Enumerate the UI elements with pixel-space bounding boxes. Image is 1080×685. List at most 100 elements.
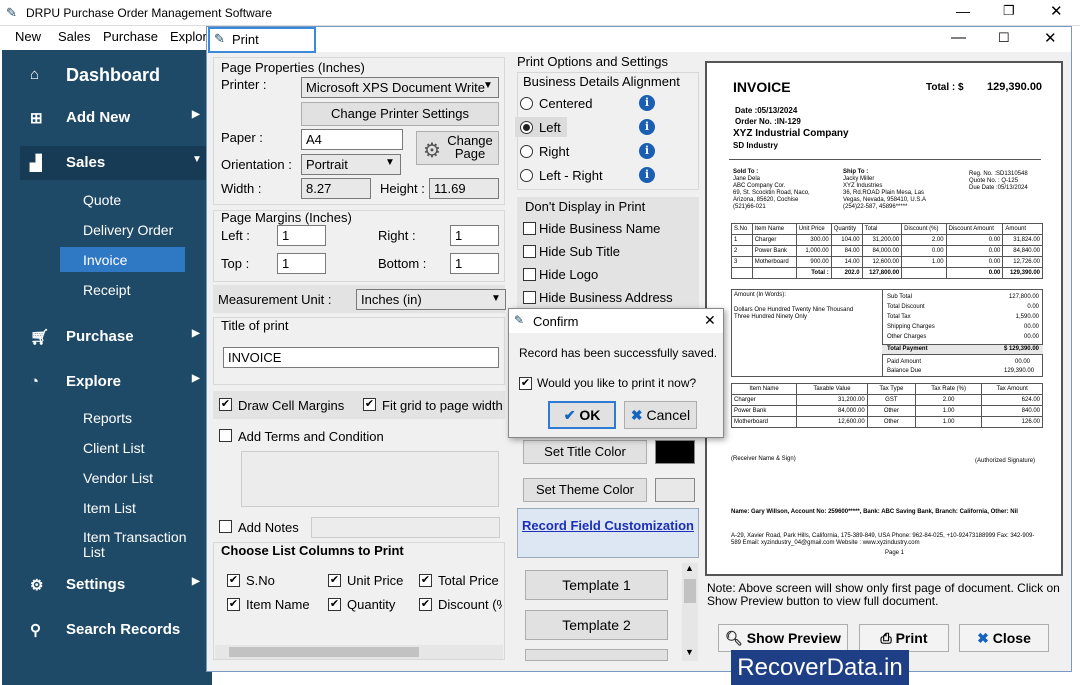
align-right-radio[interactable] — [520, 145, 533, 158]
bottom-margin-input[interactable]: 1 — [450, 253, 499, 274]
nav-vendor-list[interactable]: Vendor List — [83, 470, 153, 486]
hide-sub-title-checkbox[interactable] — [523, 245, 536, 258]
nav-quote[interactable]: Quote — [83, 192, 121, 208]
dialog-close-icon[interactable]: ✕ — [1044, 29, 1057, 47]
paid-amount: 00.00 — [1015, 359, 1031, 365]
chevron-down-icon: ▼ — [385, 157, 395, 168]
left-margin-label: Left : — [221, 228, 250, 243]
nav-item-transaction-list[interactable]: Item Transaction List — [83, 530, 208, 560]
info-icon[interactable]: i — [639, 95, 655, 111]
minimize-icon[interactable]: — — [956, 3, 970, 19]
nav-reports[interactable]: Reports — [83, 410, 132, 426]
align-left-label: Left — [539, 120, 561, 135]
magnifier-doc-icon: 🔍︎ — [725, 630, 743, 646]
printer-label: Printer : — [221, 77, 267, 92]
show-preview-button[interactable]: 🔍︎ Show Preview — [718, 624, 848, 652]
col-quantity-checkbox[interactable]: ✔ — [328, 598, 341, 611]
set-theme-color-button[interactable]: Set Theme Color — [523, 478, 647, 502]
draw-cell-margins-checkbox[interactable]: ✔ — [219, 398, 232, 411]
top-margin-input[interactable]: 1 — [277, 253, 326, 274]
template-2-button[interactable]: Template 2 — [525, 610, 668, 640]
paper-label: Paper : — [221, 130, 263, 145]
scroll-down-icon[interactable]: ▼ — [685, 647, 694, 657]
print-button[interactable]: ⎙ Print — [859, 624, 949, 652]
menu-purchase[interactable]: Purchase — [103, 29, 158, 44]
template-3-button[interactable] — [525, 649, 668, 661]
title-of-print-label: Title of print — [221, 318, 289, 333]
invoice-order-no: Order No. :IN-129 — [735, 117, 801, 126]
columns-heading: Choose List Columns to Print — [221, 543, 404, 558]
measurement-select[interactable]: Inches (in) — [356, 289, 506, 310]
col-item-name-checkbox[interactable]: ✔ — [227, 598, 240, 611]
fit-grid-checkbox[interactable]: ✔ — [363, 398, 376, 411]
info-icon[interactable]: i — [639, 143, 655, 159]
menu-sales[interactable]: Sales — [58, 29, 91, 44]
col-discount-checkbox[interactable]: ✔ — [419, 598, 432, 611]
info-icon[interactable]: i — [639, 119, 655, 135]
title-color-swatch[interactable] — [655, 440, 695, 464]
change-page-button[interactable]: ⚙ Change Page — [416, 131, 499, 165]
watermark: RecoverData.in — [731, 650, 909, 685]
chevron-down-icon: ▼ — [192, 154, 202, 165]
menu-new[interactable]: New — [15, 29, 41, 44]
tax-header-row: Item Name Taxable Value Tax Type Tax Rate (… — [730, 383, 1043, 395]
align-centered-radio[interactable] — [520, 97, 533, 110]
col-unit-price-checkbox[interactable]: ✔ — [328, 574, 341, 587]
col-total-price-checkbox[interactable]: ✔ — [419, 574, 432, 587]
align-left-right-radio[interactable] — [520, 169, 533, 182]
nav-client-list[interactable]: Client List — [83, 440, 144, 456]
nav-receipt[interactable]: Receipt — [83, 282, 130, 298]
cancel-button[interactable]: ✖ Cancel — [624, 401, 697, 429]
info-icon[interactable]: i — [639, 167, 655, 183]
height-input[interactable]: 11.69 — [429, 178, 499, 199]
add-terms-checkbox[interactable] — [219, 429, 232, 442]
items-header-row: S.No Item Name Unit Price Quantity Total Disc… — [731, 223, 1043, 235]
align-left-right-label: Left - Right — [539, 168, 603, 183]
hide-business-address-checkbox[interactable] — [523, 291, 536, 304]
hide-sub-title-label: Hide Sub Title — [539, 244, 620, 259]
width-input[interactable]: 8.27 — [301, 178, 371, 199]
dialog-minimize-icon[interactable]: — — [951, 29, 966, 46]
theme-color-swatch[interactable] — [655, 478, 695, 502]
nav-invoice[interactable]: Invoice — [83, 252, 127, 268]
paper-input[interactable]: A4 — [301, 129, 403, 150]
scrollbar-thumb[interactable] — [229, 647, 419, 657]
columns-scrollbar[interactable] — [215, 645, 503, 659]
dialog-maximize-icon[interactable]: ☐ — [998, 30, 1010, 46]
close-icon[interactable]: ✕ — [1050, 2, 1063, 20]
header-divider — [729, 159, 1041, 160]
print-now-checkbox[interactable]: ✔ — [519, 377, 532, 390]
nav-item-list[interactable]: Item List — [83, 500, 136, 516]
terms-textarea[interactable] — [241, 451, 499, 507]
printer-select[interactable]: Microsoft XPS Document Write — [301, 77, 499, 98]
alignment-heading: Business Details Alignment — [523, 74, 680, 89]
set-title-color-button[interactable]: Set Title Color — [523, 440, 647, 464]
scroll-up-icon[interactable]: ▲ — [685, 563, 694, 573]
add-notes-label: Add Notes — [238, 520, 299, 535]
ok-button[interactable]: ✔ OK — [548, 401, 616, 429]
chevron-down-icon: ▼ — [483, 80, 493, 91]
title-of-print-input[interactable]: INVOICE — [223, 347, 499, 368]
col-item-name-label: Item Name — [246, 597, 310, 612]
template-1-button[interactable]: Template 1 — [525, 570, 668, 600]
close-button[interactable]: ✖ Close — [959, 624, 1049, 652]
hide-business-name-checkbox[interactable] — [523, 222, 536, 235]
nav-delivery-order[interactable]: Delivery Order — [83, 222, 173, 238]
right-margin-label: Right : — [378, 228, 416, 243]
chevron-down-icon: ▼ — [491, 293, 501, 304]
left-margin-input[interactable]: 1 — [277, 225, 326, 246]
change-printer-button[interactable]: Change Printer Settings — [301, 102, 499, 126]
balance-due-label: Balance Due — [887, 368, 922, 374]
hide-logo-checkbox[interactable] — [523, 268, 536, 281]
right-margin-input[interactable]: 1 — [450, 225, 499, 246]
confirm-close-icon[interactable]: ✕ — [704, 312, 716, 329]
record-field-customization-link[interactable]: Record Field Customization — [517, 508, 699, 558]
col-sno-checkbox[interactable]: ✔ — [227, 574, 240, 587]
templates-scrollbar[interactable]: ▲ ▼ — [682, 563, 698, 661]
add-notes-checkbox[interactable] — [219, 520, 232, 533]
scrollbar-thumb[interactable] — [684, 579, 696, 603]
notes-input[interactable] — [311, 517, 500, 538]
align-left-radio[interactable] — [520, 121, 533, 134]
restore-icon[interactable]: ❐ — [1003, 3, 1015, 19]
amount-words: Dollars One Hundred Twenty Nine Thousand… — [734, 307, 854, 320]
